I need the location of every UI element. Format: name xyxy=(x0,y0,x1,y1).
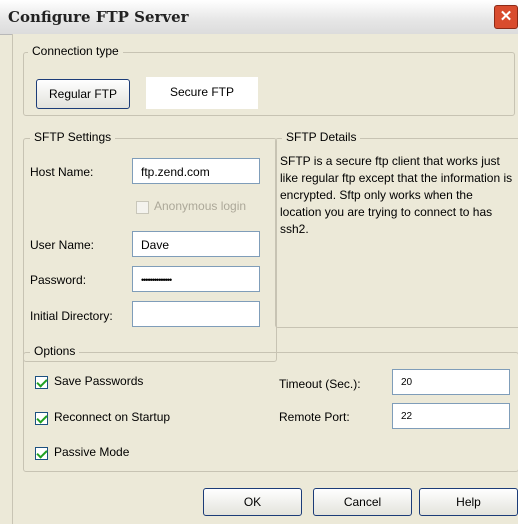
user-name-input[interactable]: Dave xyxy=(132,231,260,257)
sftp-details-group: SFTP Details SFTP is a secure ftp client… xyxy=(275,130,518,328)
sftp-details-legend: SFTP Details xyxy=(282,130,361,144)
anonymous-login-label: Anonymous login xyxy=(154,199,247,213)
reconnect-checkbox[interactable] xyxy=(35,412,48,425)
initial-directory-input[interactable] xyxy=(132,301,260,327)
user-name-label: User Name: xyxy=(30,238,95,252)
anonymous-login-checkbox[interactable] xyxy=(136,201,149,214)
reconnect-label: Reconnect on Startup xyxy=(54,410,171,424)
passive-mode-checkbox[interactable] xyxy=(35,447,48,460)
timeout-label: Timeout (Sec.): xyxy=(279,377,361,391)
passive-mode-label: Passive Mode xyxy=(54,445,130,459)
dialog-body: Connection type Regular FTP Secure FTP S… xyxy=(12,34,518,524)
save-passwords-label: Save Passwords xyxy=(54,374,144,388)
host-name-input[interactable]: ftp.zend.com xyxy=(132,158,260,184)
sftp-settings-group: SFTP Settings Host Name: ftp.zend.com An… xyxy=(23,130,277,362)
secure-ftp-tab[interactable]: Secure FTP xyxy=(146,77,258,109)
options-legend: Options xyxy=(30,344,80,358)
password-input[interactable]: •••••••••••••• xyxy=(132,266,260,292)
cancel-button[interactable]: Cancel xyxy=(313,488,412,516)
timeout-input[interactable]: 20 xyxy=(392,369,510,395)
regular-ftp-button[interactable]: Regular FTP xyxy=(36,79,130,109)
save-passwords-checkbox[interactable] xyxy=(35,376,48,389)
sftp-details-text: SFTP is a secure ftp client that works j… xyxy=(280,154,513,236)
help-button[interactable]: Help xyxy=(419,488,518,516)
close-icon[interactable]: ✕ xyxy=(494,5,518,29)
initial-directory-label: Initial Directory: xyxy=(30,309,113,323)
options-group: Options Save Passwords Reconnect on Star… xyxy=(23,344,518,472)
ok-button[interactable]: OK xyxy=(203,488,302,516)
remote-port-label: Remote Port: xyxy=(279,410,350,424)
window-title: Configure FTP Server xyxy=(8,8,189,26)
remote-port-input[interactable]: 22 xyxy=(392,403,510,429)
title-bar: Configure FTP Server ✕ xyxy=(0,0,518,35)
connection-type-legend: Connection type xyxy=(28,44,123,58)
connection-type-group: Connection type Regular FTP Secure FTP xyxy=(23,44,515,116)
sftp-settings-legend: SFTP Settings xyxy=(30,130,116,144)
host-name-label: Host Name: xyxy=(30,165,94,179)
password-label: Password: xyxy=(30,273,87,287)
